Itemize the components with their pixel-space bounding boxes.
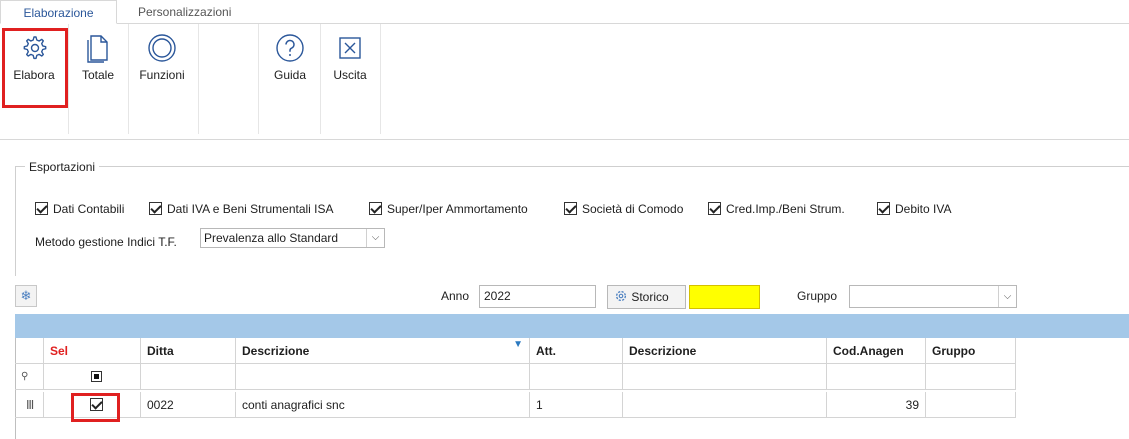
filter-cell[interactable] [530,364,623,390]
elabora-highlight [2,28,68,108]
tab-elaborazione[interactable]: Elaborazione [0,0,117,24]
ribbon-separator [320,24,321,134]
row-indicator-header [15,338,44,364]
col-header-att[interactable]: Att. [530,338,623,364]
col-header-ditta[interactable]: Ditta [141,338,236,364]
metodo-value: Prevalenza allo Standard [204,231,339,245]
check-label: Debito IVA [895,202,952,216]
row-select-highlight [71,393,120,422]
filter-cell[interactable] [827,364,926,390]
check-cred-imp[interactable]: Cred.Imp./Beni Strum. [708,201,845,217]
totale-label: Totale [81,68,115,82]
checkbox[interactable] [369,202,382,215]
guida-button[interactable]: Guida [262,30,318,82]
document-icon [87,35,108,63]
ribbon-separator [198,24,199,134]
check-label: Cred.Imp./Beni Strum. [726,202,845,216]
gruppo-label: Gruppo [797,289,838,303]
checkbox[interactable] [564,202,577,215]
checkbox[interactable] [708,202,721,215]
totale-button[interactable]: Totale [70,30,126,82]
check-label: Dati IVA e Beni Strumentali ISA [167,202,334,216]
filter-cell[interactable] [236,364,530,390]
col-header-gruppo[interactable]: Gruppo [926,338,1016,364]
filter-icon[interactable]: ▼ [513,332,523,358]
filter-cell[interactable] [623,364,827,390]
ribbon-separator [68,24,69,134]
gruppo-select[interactable]: ⌵ [849,285,1017,308]
cell-att[interactable]: 1 [530,392,623,418]
col-header-sel[interactable]: Sel [44,338,141,364]
gear-icon [615,290,627,302]
cell-cod-anagen[interactable]: 39 [827,392,926,418]
funzioni-button[interactable]: Funzioni [130,30,194,82]
ribbon-tabs: Elaborazione Personalizzazioni [0,0,1129,24]
check-debito-iva[interactable]: Debito IVA [877,201,951,217]
storico-color-field[interactable] [689,285,760,309]
col-header-label: Descrizione [242,344,310,358]
tab-personalizzazioni[interactable]: Personalizzazioni [128,0,241,24]
cell-descrizione-2[interactable] [623,392,827,418]
chevron-down-icon[interactable]: ⌵ [998,286,1016,307]
storico-button[interactable]: Storico [607,285,686,309]
uscita-button[interactable]: Uscita [322,30,378,82]
filter-sel-cell[interactable] [44,364,141,390]
col-header-cod-anagen[interactable]: Cod.Anagen [827,338,926,364]
ribbon-toolbar: Elabora Totale Funzioni Guida Uscita [0,24,1129,140]
esportazioni-legend: Esportazioni [25,160,100,174]
check-societa-comodo[interactable]: Società di Comodo [564,201,683,217]
filter-cell[interactable] [141,364,236,390]
check-label: Dati Contabili [53,202,125,216]
check-label: Super/Iper Ammortamento [387,202,528,216]
checkbox[interactable] [877,202,890,215]
check-label: Società di Comodo [582,202,684,216]
funzioni-label: Funzioni [139,68,185,82]
uscita-label: Uscita [333,68,367,82]
select-all-checkbox[interactable] [91,371,102,382]
esportazioni-group [15,166,1129,276]
ribbon-separator [128,24,129,134]
ribbon-separator [258,24,259,134]
anno-input[interactable]: 2022 [479,285,596,308]
checkbox[interactable] [149,202,162,215]
check-dati-iva[interactable]: Dati IVA e Beni Strumentali ISA [149,201,334,217]
grid-group-bar [15,314,1129,338]
snowflake-icon[interactable]: ❄ [15,285,37,307]
col-header-descrizione[interactable]: Descrizione ▼ [236,338,530,364]
guida-label: Guida [273,68,307,82]
text-cursor-icon: Ⅲ [15,392,44,418]
metodo-label: Metodo gestione Indici T.F. [35,235,177,249]
chevron-down-icon[interactable]: ⌵ [366,229,384,247]
cell-descrizione[interactable]: conti anagrafici snc [236,392,530,418]
cell-ditta[interactable]: 0022 [141,392,236,418]
checkbox[interactable] [35,202,48,215]
close-icon [339,37,361,59]
help-icon [276,34,304,62]
table-row-sel-cell[interactable] [44,392,141,422]
filter-row-icon: ⚲ [15,364,44,390]
col-header-descrizione-2[interactable]: Descrizione [623,338,827,364]
storico-label: Storico [631,290,669,304]
anno-label: Anno [441,289,470,303]
check-dati-contabili[interactable]: Dati Contabili [35,201,124,217]
ribbon-separator [380,24,381,134]
metodo-select[interactable]: Prevalenza allo Standard ⌵ [200,228,385,248]
check-super-iper[interactable]: Super/Iper Ammortamento [369,201,528,217]
circle-icon [148,34,176,62]
filter-cell[interactable] [926,364,1016,390]
cell-gruppo[interactable] [926,392,1016,418]
